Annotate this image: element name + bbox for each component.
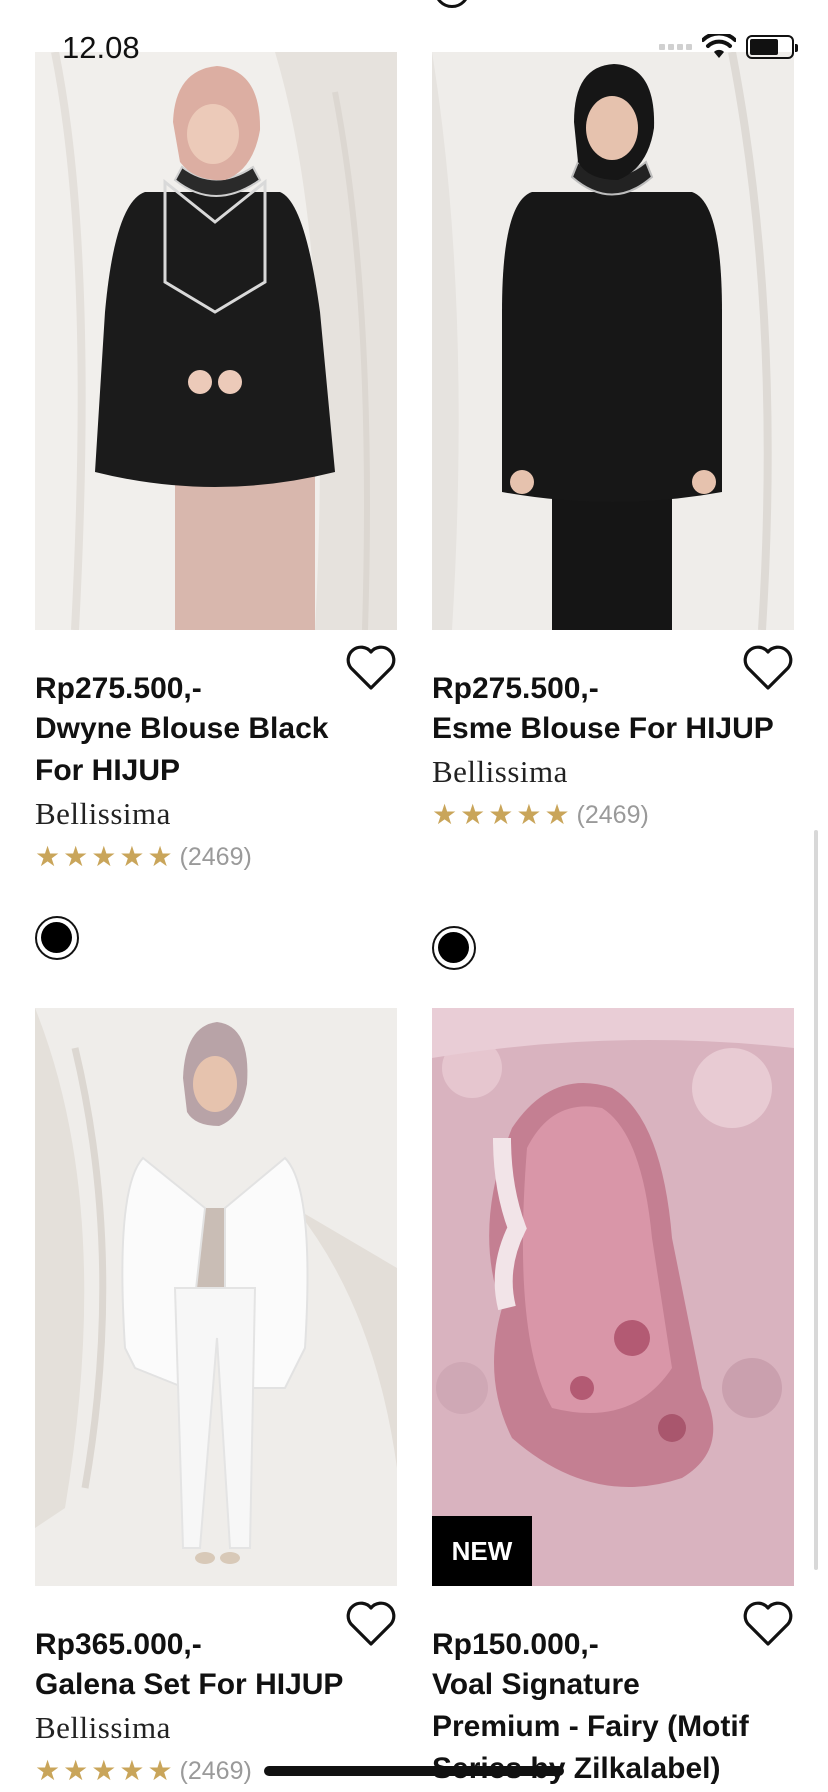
star-icon: ★ (516, 799, 542, 830)
home-indicator[interactable] (264, 1766, 564, 1776)
cellular-signal-icon (659, 44, 692, 50)
product-image[interactable]: NEW (432, 1008, 794, 1586)
product-card[interactable]: Rp275.500,- Esme Blouse For HIJUP Bellis… (432, 52, 794, 970)
rating-count: (2469) (179, 1756, 252, 1785)
star-icon: ★ (63, 1755, 89, 1786)
star-icon: ★ (432, 799, 458, 830)
product-title-line[interactable]: Voal Signature (432, 1664, 794, 1706)
status-time: 12.08 (62, 30, 140, 65)
new-badge: NEW (432, 1516, 532, 1586)
status-icons (659, 34, 798, 60)
star-icon: ★ (147, 1755, 173, 1786)
status-bar: 12.08 (0, 0, 828, 100)
color-swatch-black[interactable] (432, 926, 476, 970)
product-title-line[interactable]: Premium - Fairy (Motif (432, 1706, 794, 1748)
heart-icon[interactable] (742, 1600, 794, 1648)
product-card[interactable]: Rp275.500,- Dwyne Blouse Black For HIJUP… (35, 52, 397, 960)
product-image[interactable] (35, 52, 397, 630)
product-price: Rp365.000,- (35, 1628, 202, 1661)
product-rating: ★ ★ ★ ★ ★ (2469) (35, 842, 252, 872)
product-price: Rp275.500,- (35, 672, 202, 705)
star-icon: ★ (460, 799, 486, 830)
star-icon: ★ (544, 799, 570, 830)
product-title-line[interactable]: Galena Set For HIJUP (35, 1664, 397, 1706)
star-icon: ★ (119, 1755, 145, 1786)
product-title-line[interactable]: Esme Blouse For HIJUP (432, 708, 794, 750)
product-title-line[interactable]: For HIJUP (35, 750, 397, 792)
rating-count: (2469) (576, 800, 649, 829)
product-image[interactable] (432, 52, 794, 630)
product-rating: ★ ★ ★ ★ ★ (2469) (35, 1756, 252, 1786)
star-icon: ★ (488, 799, 514, 830)
wifi-icon (702, 34, 736, 58)
heart-icon[interactable] (345, 644, 397, 692)
product-card[interactable]: NEW Rp150.000,- Voal Signature Premium -… (432, 1008, 794, 1785)
heart-icon[interactable] (345, 1600, 397, 1648)
star-icon: ★ (91, 1755, 117, 1786)
rating-count: (2469) (179, 842, 252, 871)
product-rating: ★ ★ ★ ★ ★ (2469) (432, 800, 649, 830)
heart-icon[interactable] (742, 644, 794, 692)
star-icon: ★ (63, 841, 89, 872)
scroll-indicator[interactable] (814, 830, 818, 1570)
product-image[interactable] (35, 1008, 397, 1586)
star-icon: ★ (91, 841, 117, 872)
product-brand[interactable]: Bellissima (35, 796, 171, 832)
star-icon: ★ (119, 841, 145, 872)
star-icon: ★ (35, 1755, 61, 1786)
star-icon: ★ (147, 841, 173, 872)
product-card[interactable]: Rp365.000,- Galena Set For HIJUP Belliss… (35, 1008, 397, 1786)
product-title-line[interactable]: Dwyne Blouse Black (35, 708, 397, 750)
product-brand[interactable]: Bellissima (432, 754, 568, 790)
product-price: Rp275.500,- (432, 672, 599, 705)
product-brand[interactable]: Bellissima (35, 1710, 171, 1746)
color-swatch-black[interactable] (35, 916, 79, 960)
star-icon: ★ (35, 841, 61, 872)
product-price: Rp150.000,- (432, 1628, 599, 1661)
battery-icon (746, 35, 798, 59)
